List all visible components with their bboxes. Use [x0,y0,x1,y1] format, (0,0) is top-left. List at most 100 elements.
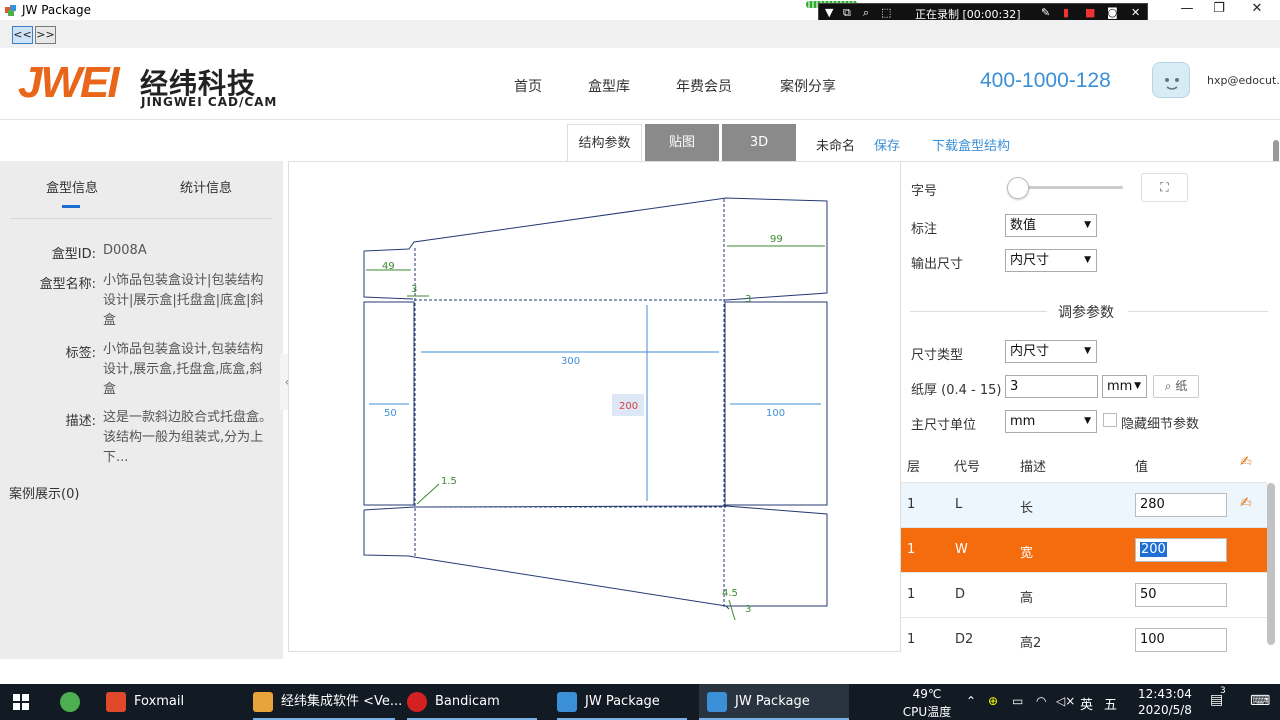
wifi-icon[interactable]: ◠ [1036,694,1046,708]
avatar[interactable] [1152,62,1190,98]
nav-membership[interactable]: 年费会员 [676,76,732,96]
zoom-icon[interactable]: ⌕ [863,6,869,20]
tab-statistics[interactable]: 统计信息 [180,177,232,196]
save-link[interactable]: 保存 [874,135,900,154]
taskbar-jw-package-2[interactable]: JW Package [699,684,849,720]
font-size-slider-track[interactable] [1013,186,1123,189]
volume-icon[interactable]: ◁× [1056,694,1075,708]
table-scrollbar[interactable] [1267,483,1275,645]
dim-type-select[interactable]: 内尺寸 ▼ [1005,340,1097,363]
capture-area-icon[interactable]: ⬚ [881,6,891,19]
start-button[interactable] [13,684,29,720]
divider [1128,311,1268,312]
row-layer: 1 [907,587,916,602]
edit-icon[interactable]: ✍ [1240,495,1252,511]
fullscreen-button[interactable]: ⛶ [1141,173,1188,202]
annotation-select[interactable]: 数值 ▼ [1005,214,1097,237]
back-button[interactable]: << [12,26,33,44]
taskbar-foxmail[interactable]: Foxmail [106,684,184,720]
dim-label-49: 49 [382,261,395,272]
table-row[interactable]: 1 D2 高2 100 [901,618,1267,652]
stop-icon[interactable]: ■ [1085,6,1095,19]
table-row[interactable]: 1 L 长 280 ✍ [901,483,1267,528]
output-size-select[interactable]: 内尺寸 ▼ [1005,249,1097,272]
logo-text: JWEI [18,58,120,107]
row-desc: 高 [1020,591,1034,606]
dim-label-3b: 3 [745,294,751,305]
row-value-input[interactable]: 50 [1135,583,1227,607]
taskbar-jw-package-1[interactable]: JW Package [557,684,687,720]
forward-button[interactable]: >> [35,26,56,44]
nav-cases[interactable]: 案例分享 [780,76,836,96]
dropdown-icon[interactable]: ▼ [825,6,833,19]
dieline-drawing: 49 99 3 3 300 200 50 100 1.5 4.5 3 [363,197,828,621]
close-button[interactable]: ✕ [1234,0,1280,20]
dieline-outline-bottom [363,505,828,607]
tab-texture[interactable]: 贴图 [645,124,719,161]
dim-label-100: 100 [766,408,785,419]
table-row-selected[interactable]: 1 W 宽 200 [901,528,1267,573]
keyboard-icon[interactable]: ⌨ [1250,693,1270,709]
recorder-close-icon[interactable]: ✕ [1131,6,1140,19]
unit-label: 主尺寸单位 [911,418,977,433]
nav-home[interactable]: 首页 [514,76,542,96]
dim-label-3c: 3 [745,604,751,615]
taskbar-jw-integrated[interactable]: 经纬集成软件 <Ve... [253,684,402,720]
ime-wubi[interactable]: 五 [1104,694,1117,713]
jw-icon [253,691,273,712]
edit-icon[interactable]: ✍ [1240,454,1252,470]
thickness-label: 纸厚 (0.4 - 15) [911,383,1002,398]
annotation-value: 数值 [1010,218,1037,233]
paper-search-button[interactable]: ⌕ 纸 [1153,375,1199,398]
nav-box-library[interactable]: 盒型库 [588,76,630,96]
pencil-icon[interactable]: ✎ [1041,6,1050,19]
chevron-down-icon: ▼ [1134,381,1141,391]
tags-value: 小饰品包装盒设计,包装结构设计,展示盒,托盘盒,底盒,斜盒 [103,342,264,397]
param-table-header: 层 代号 描述 值 ✍ [901,442,1267,483]
thickness-unit-select[interactable]: mm ▼ [1102,375,1147,398]
row-value-input[interactable]: 280 [1135,493,1227,517]
clock-time[interactable]: 12:43:04 [1130,687,1200,701]
camera-icon[interactable]: ◙ [1107,6,1118,19]
dieline-outline-top [363,197,828,301]
tab-box-info[interactable]: 盒型信息 [46,177,98,196]
jw-package-icon [557,691,577,712]
app-360-icon [60,691,80,712]
dim-label-200: 200 [619,401,638,412]
tab-structure[interactable]: 结构参数 [567,124,642,161]
table-row[interactable]: 1 D 高 50 [901,573,1267,618]
foxmail-label: Foxmail [134,694,185,709]
tab-3d[interactable]: 3D [722,124,796,161]
tab-row: 结构参数 贴图 3D 未命名 保存 下载盒型结构 [0,121,1280,161]
row-desc: 高2 [1020,636,1042,651]
battery-icon[interactable]: ▭ [1012,694,1023,708]
dieline-canvas[interactable]: 49 99 3 3 300 200 50 100 1.5 4.5 3 [288,161,901,652]
taskbar-app-360[interactable] [60,684,88,720]
row-layer: 1 [907,632,916,647]
record-icon[interactable]: ▮ [1063,6,1069,19]
user-email[interactable]: hxp@edocut. [1207,74,1280,87]
hide-details-checkbox[interactable] [1103,413,1117,427]
window-mode-icon[interactable]: ⧉ [843,6,851,20]
row-value-input[interactable]: 200 [1135,538,1227,562]
windows-icon [13,693,29,710]
download-link[interactable]: 下载盒型结构 [932,135,1010,154]
taskbar-bandicam[interactable]: Bandicam [407,684,537,720]
chevron-up-icon[interactable]: ⌃ [966,694,976,708]
chevron-down-icon: ▼ [1084,255,1091,265]
selected-text: 200 [1140,542,1167,557]
row-code: L [955,497,963,512]
logo[interactable]: JWEI [18,58,120,108]
font-size-slider-knob[interactable] [1007,177,1029,199]
ime-english[interactable]: 英 [1080,694,1093,713]
cases-count[interactable]: 案例展示(0) [9,483,79,502]
row-value-input[interactable]: 100 [1135,628,1227,652]
dim-type-label: 尺寸类型 [911,348,964,363]
thickness-input[interactable]: 3 [1005,375,1098,398]
plus-icon[interactable]: ⊕ [988,694,998,708]
unit-select[interactable]: mm ▼ [1005,410,1097,433]
clock-date[interactable]: 2020/5/8 [1130,703,1200,717]
col-code: 代号 [954,460,981,475]
output-size-value: 内尺寸 [1010,253,1050,268]
desc-value: 这是一款斜边胶合式托盘盒。该结构一般为组装式,分为上下... [103,410,273,465]
